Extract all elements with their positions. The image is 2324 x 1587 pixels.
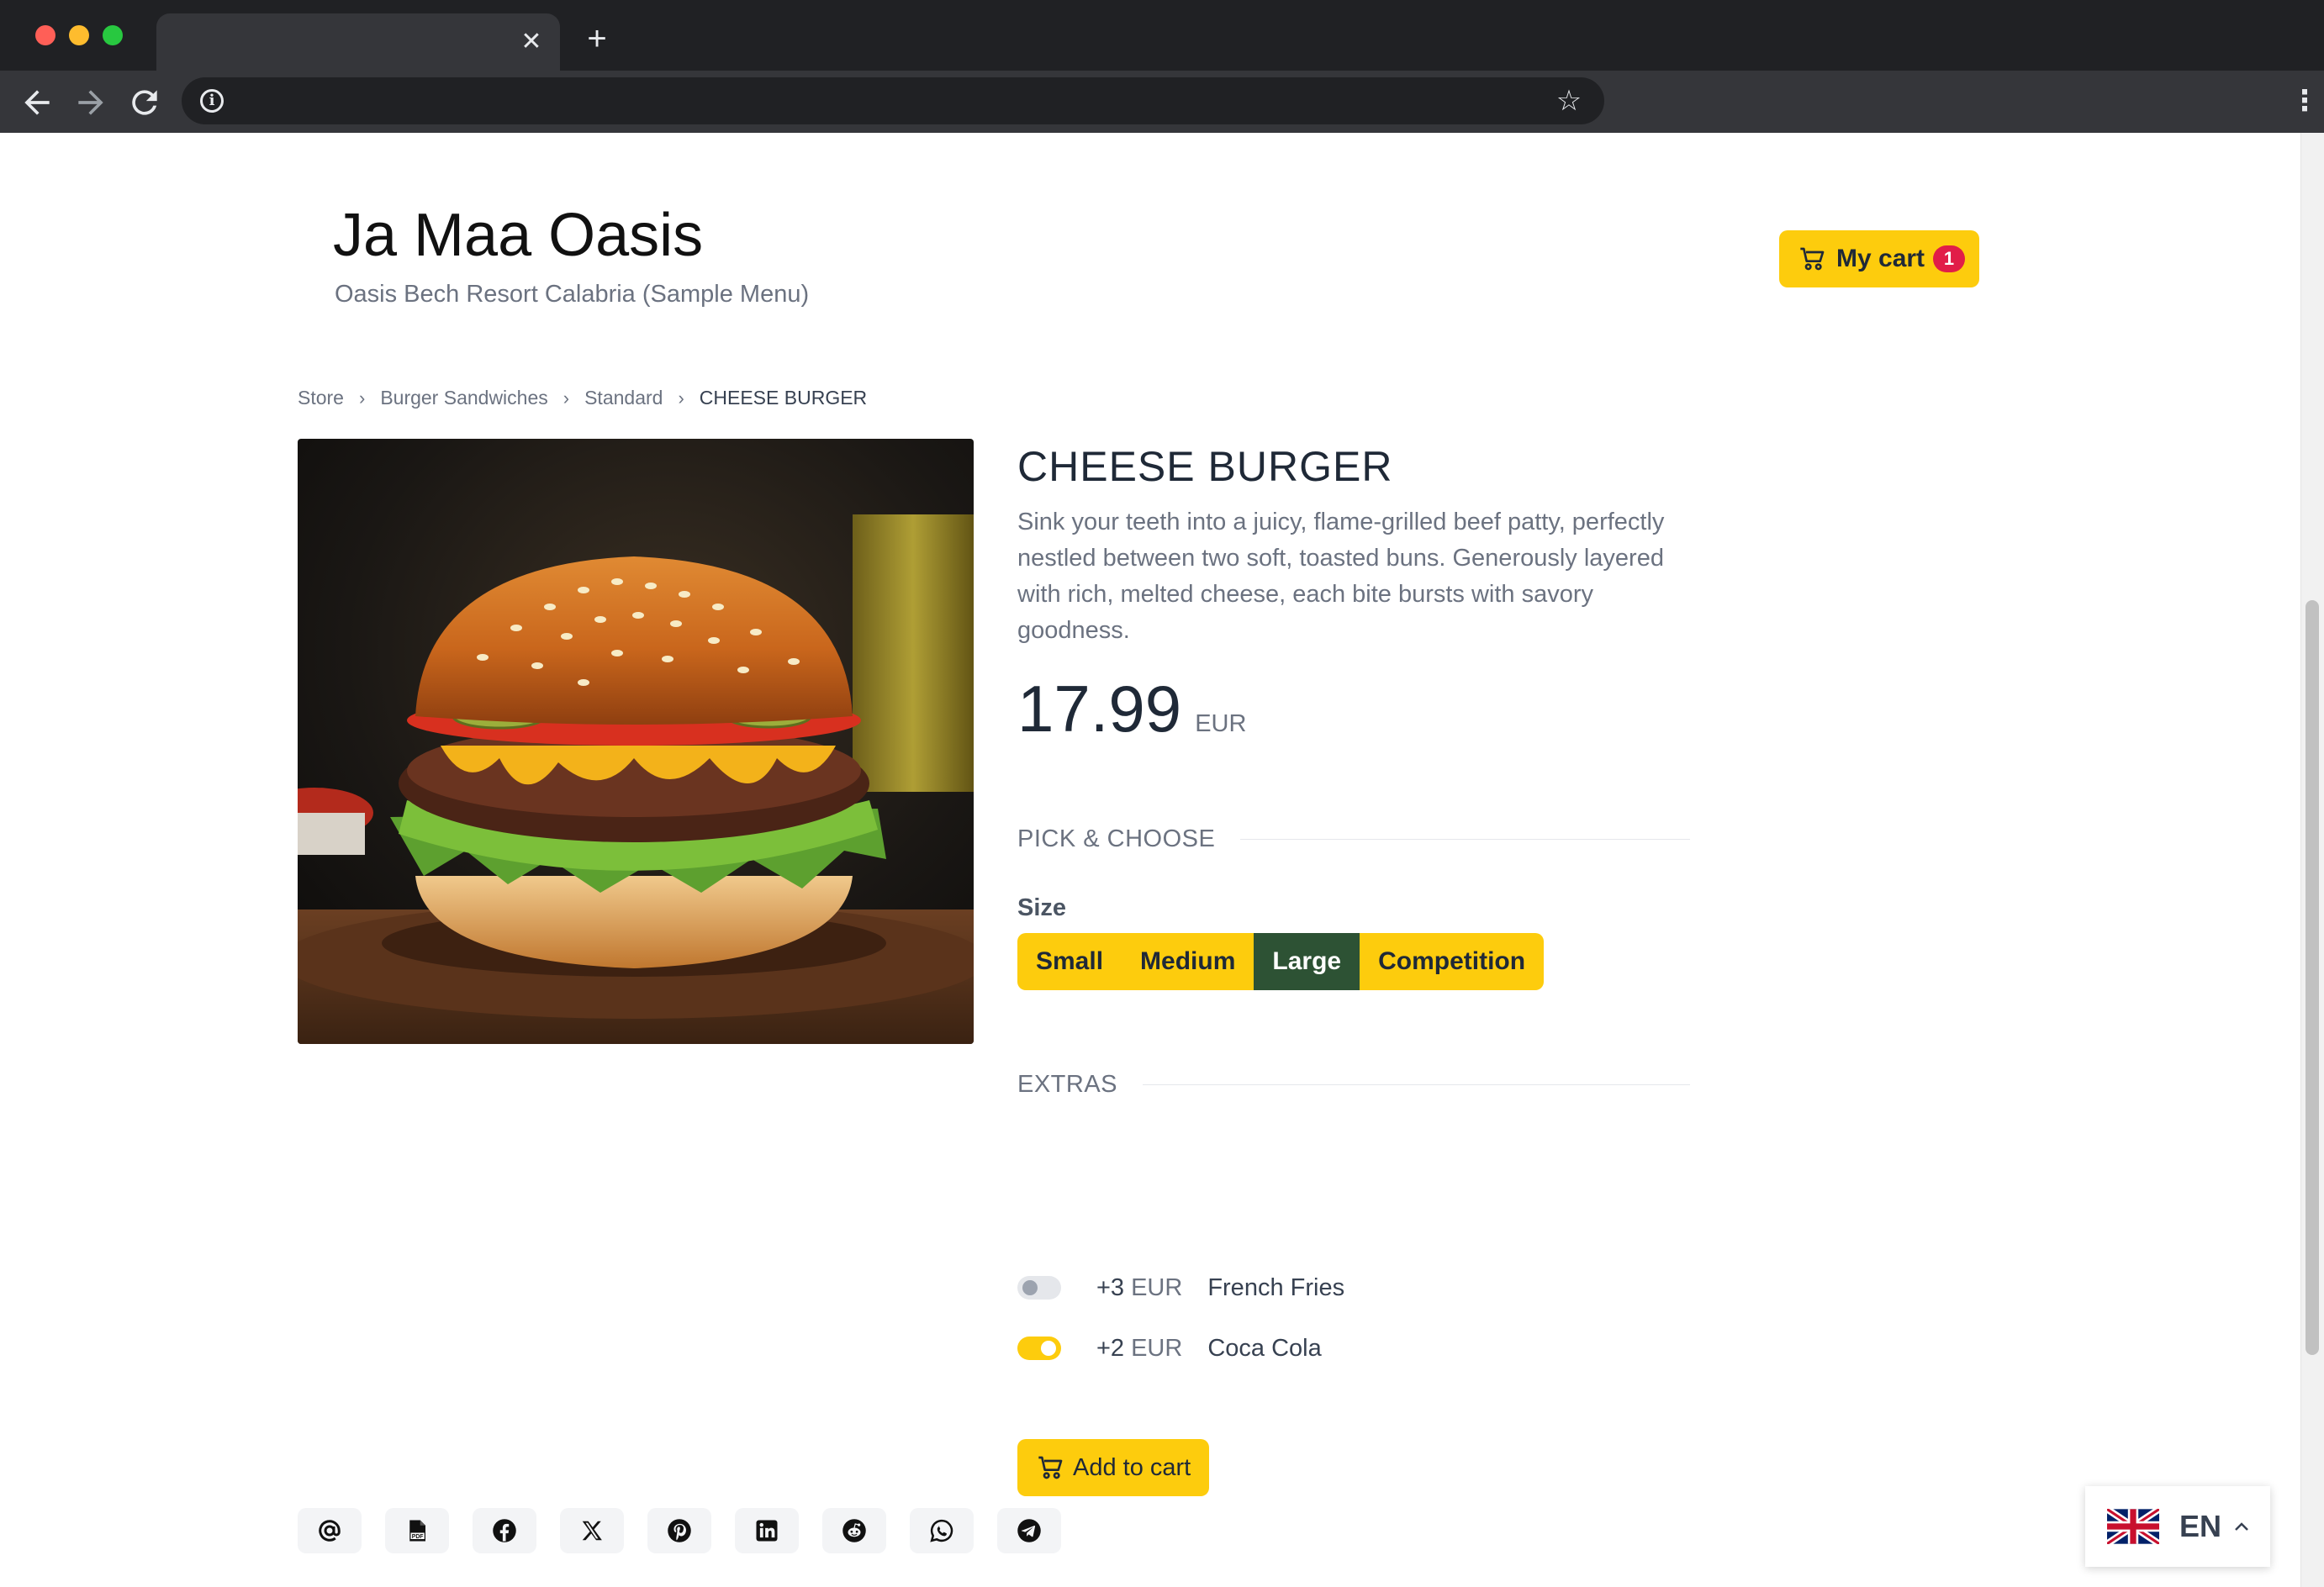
breadcrumb-category-link[interactable]: Burger Sandwiches <box>380 387 547 409</box>
telegram-icon[interactable] <box>997 1508 1061 1553</box>
pinterest-icon[interactable] <box>647 1508 711 1553</box>
extras-heading: EXTRAS <box>1017 1071 1118 1098</box>
my-cart-button[interactable]: My cart 1 <box>1779 230 1979 287</box>
cart-icon <box>1038 1456 1063 1479</box>
extra-price: +2 EUR <box>1096 1335 1182 1363</box>
price-amount: 17.99 <box>1017 672 1182 746</box>
share-bar: PDF <box>298 1508 1085 1553</box>
new-tab-button[interactable]: + <box>580 22 614 55</box>
tab-close-icon[interactable]: ✕ <box>516 27 547 57</box>
reload-icon[interactable] <box>126 84 163 121</box>
breadcrumb-separator-icon: › <box>358 387 366 409</box>
extra-price-value: +3 <box>1096 1273 1125 1301</box>
section-divider <box>1240 839 1690 840</box>
section-divider <box>1143 1084 1690 1085</box>
price-currency: EUR <box>1195 710 1247 737</box>
size-option-large[interactable]: Large <box>1254 933 1360 990</box>
language-code: EN <box>2179 1509 2222 1543</box>
extra-item: +3 EUR French Fries <box>1017 1271 1344 1305</box>
breadcrumb: Store › Burger Sandwiches › Standard › C… <box>298 387 867 409</box>
page-scrollbar[interactable] <box>2300 133 2324 1587</box>
scrollbar-thumb[interactable] <box>2306 600 2319 1355</box>
extra-price-currency: EUR <box>1131 1273 1183 1301</box>
toggle-knob <box>1041 1341 1056 1356</box>
page-content: Ja Maa Oasis Oasis Bech Resort Calabria … <box>0 133 2324 1587</box>
email-icon[interactable] <box>298 1508 362 1553</box>
size-selector: Small Medium Large Competition <box>1017 933 1545 990</box>
add-to-cart-label: Add to cart <box>1073 1453 1191 1481</box>
facebook-icon[interactable] <box>473 1508 536 1553</box>
close-window-button[interactable] <box>35 25 55 45</box>
whatsapp-icon[interactable] <box>910 1508 974 1553</box>
breadcrumb-separator-icon: › <box>678 387 684 409</box>
pdf-icon[interactable]: PDF <box>385 1508 449 1553</box>
extra-price: +3 EUR <box>1096 1274 1182 1302</box>
svg-text:PDF: PDF <box>412 1534 424 1540</box>
size-label: Size <box>1017 894 1067 921</box>
toggle-knob <box>1022 1280 1038 1295</box>
pick-choose-section-header: PICK & CHOOSE <box>1017 825 1690 853</box>
french-fries-toggle[interactable] <box>1017 1276 1061 1300</box>
breadcrumb-current: CHEESE BURGER <box>699 387 868 409</box>
breadcrumb-separator-icon: › <box>563 387 570 409</box>
coca-cola-toggle[interactable] <box>1017 1337 1061 1360</box>
linkedin-icon[interactable] <box>735 1508 799 1553</box>
extra-price-currency: EUR <box>1131 1334 1183 1362</box>
browser-tab[interactable]: ✕ <box>156 13 560 71</box>
size-option-small[interactable]: Small <box>1017 933 1122 990</box>
size-option-medium[interactable]: Medium <box>1122 933 1254 990</box>
extra-name: French Fries <box>1207 1273 1345 1301</box>
extra-price-value: +2 <box>1096 1334 1125 1362</box>
tab-bar: ✕ + <box>0 0 2324 71</box>
product-title: CHEESE BURGER <box>1017 443 1393 490</box>
forward-arrow-icon[interactable] <box>72 84 109 121</box>
browser-menu-icon[interactable]: ⋮ <box>2290 82 2319 119</box>
extra-name: Coca Cola <box>1207 1334 1322 1362</box>
language-selector[interactable]: EN <box>2085 1486 2270 1567</box>
reddit-icon[interactable] <box>822 1508 886 1553</box>
x-icon[interactable] <box>560 1508 624 1553</box>
chevron-up-icon <box>2235 1522 2248 1531</box>
browser-toolbar: i ☆ ⋮ <box>0 71 2324 133</box>
product-price: 17.99 EUR <box>1017 671 1246 747</box>
add-to-cart-button[interactable]: Add to cart <box>1017 1439 1209 1496</box>
product-image <box>298 439 974 1044</box>
back-arrow-icon[interactable] <box>18 84 55 121</box>
extra-item: +2 EUR Coca Cola <box>1017 1331 1322 1365</box>
browser-chrome: ✕ + i ☆ ⋮ <box>0 0 2324 133</box>
bookmark-star-icon[interactable]: ☆ <box>1552 84 1586 118</box>
product-description: Sink your teeth into a juicy, flame-gril… <box>1017 509 1665 644</box>
minimize-window-button[interactable] <box>69 25 89 45</box>
breadcrumb-subcategory-link[interactable]: Standard <box>584 387 663 409</box>
breadcrumb-store-link[interactable]: Store <box>298 387 344 409</box>
store-title: Ja Maa Oasis <box>333 202 704 269</box>
size-option-competition[interactable]: Competition <box>1360 933 1545 990</box>
cart-count-badge: 1 <box>1933 245 1966 272</box>
pick-choose-heading: PICK & CHOOSE <box>1017 825 1216 852</box>
my-cart-label: My cart <box>1836 245 1925 272</box>
uk-flag-icon <box>2107 1509 2159 1544</box>
cart-icon <box>1800 247 1825 271</box>
store-subtitle: Oasis Bech Resort Calabria (Sample Menu) <box>335 281 810 308</box>
address-bar[interactable]: i ☆ <box>182 77 1604 124</box>
extras-section-header: EXTRAS <box>1017 1071 1690 1099</box>
maximize-window-button[interactable] <box>103 25 123 45</box>
site-info-icon[interactable]: i <box>200 89 224 113</box>
